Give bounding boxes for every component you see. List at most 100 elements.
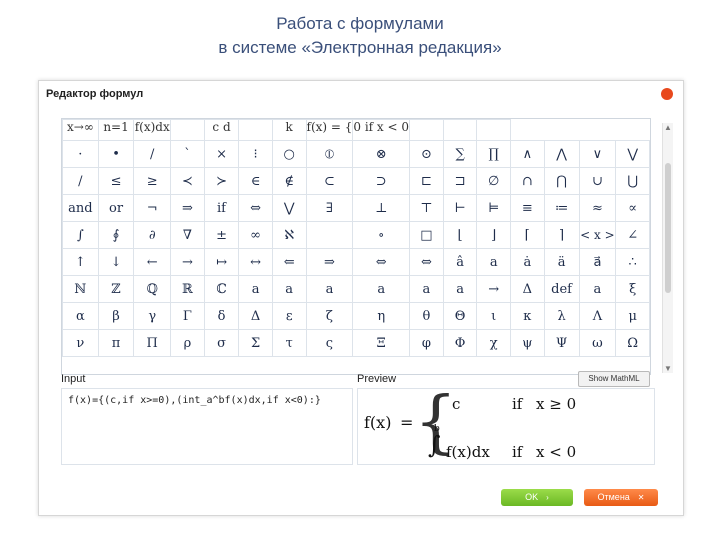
- palette-symbol-button[interactable]: ≔: [543, 194, 580, 222]
- palette-symbol-button[interactable]: ∪: [578, 167, 617, 195]
- palette-symbol-button[interactable]: ς: [305, 329, 354, 357]
- palette-symbol-button[interactable]: ⇒: [305, 248, 354, 276]
- palette-symbol-button[interactable]: [170, 119, 205, 141]
- palette-symbol-button[interactable]: ≻: [203, 167, 240, 195]
- palette-symbol-button[interactable]: ℂ: [203, 275, 240, 303]
- palette-symbol-button[interactable]: η: [352, 302, 411, 330]
- palette-symbol-button[interactable]: ∫: [62, 221, 99, 249]
- palette-symbol-button[interactable]: ⊤: [409, 194, 444, 222]
- palette-symbol-button[interactable]: ∘: [352, 221, 411, 249]
- palette-symbol-button[interactable]: ∝: [615, 194, 650, 222]
- palette-symbol-button[interactable]: ⊗: [352, 140, 411, 168]
- palette-symbol-button[interactable]: ∅: [476, 167, 512, 195]
- palette-symbol-button[interactable]: a: [352, 275, 411, 303]
- palette-symbol-button[interactable]: ℕ: [62, 275, 99, 303]
- palette-symbol-button[interactable]: π: [97, 329, 135, 357]
- close-icon[interactable]: [661, 88, 673, 100]
- palette-symbol-button[interactable]: ⋂: [543, 167, 580, 195]
- palette-symbol-button[interactable]: δ: [203, 302, 240, 330]
- palette-symbol-button[interactable]: 0 if x < 0: [352, 119, 411, 141]
- palette-symbol-button[interactable]: →: [476, 275, 512, 303]
- palette-symbol-button[interactable]: /: [133, 140, 172, 168]
- palette-symbol-button[interactable]: •: [97, 140, 135, 168]
- palette-symbol-button[interactable]: [305, 221, 354, 249]
- palette-symbol-button[interactable]: ∮: [97, 221, 135, 249]
- palette-symbol-button[interactable]: ⊂: [305, 167, 354, 195]
- palette-symbol-button[interactable]: f(x) = {: [305, 119, 354, 141]
- palette-symbol-button[interactable]: ℝ: [170, 275, 205, 303]
- palette-symbol-button[interactable]: λ: [543, 302, 580, 330]
- palette-symbol-button[interactable]: a: [238, 275, 273, 303]
- palette-symbol-button[interactable]: ι: [476, 302, 512, 330]
- palette-symbol-button[interactable]: ⇔: [352, 248, 411, 276]
- palette-symbol-button[interactable]: Γ: [170, 302, 205, 330]
- palette-symbol-button[interactable]: ⊙: [409, 140, 444, 168]
- palette-symbol-button[interactable]: Λ: [578, 302, 617, 330]
- palette-symbol-button[interactable]: κ: [510, 302, 545, 330]
- palette-symbol-button[interactable]: ∞: [238, 221, 273, 249]
- palette-symbol-button[interactable]: and: [62, 194, 99, 222]
- palette-symbol-button[interactable]: Δ: [238, 302, 273, 330]
- palette-symbol-button[interactable]: [476, 119, 512, 141]
- formula-input-text[interactable]: f(x)={(c,if x>=0),(int_a^bf(x)dx,if x<0)…: [68, 394, 346, 408]
- palette-symbol-button[interactable]: θ: [409, 302, 444, 330]
- palette-symbol-button[interactable]: ⁝: [238, 140, 273, 168]
- palette-symbol-button[interactable]: Ξ: [352, 329, 411, 357]
- palette-symbol-button[interactable]: a⃗: [578, 248, 617, 276]
- palette-symbol-button[interactable]: ↓: [97, 248, 135, 276]
- scroll-up-icon[interactable]: ▲: [664, 123, 672, 132]
- palette-symbol-button[interactable]: or: [97, 194, 135, 222]
- palette-symbol-button[interactable]: ⌋: [476, 221, 512, 249]
- palette-symbol-button[interactable]: ξ: [615, 275, 650, 303]
- palette-symbol-button[interactable]: φ: [409, 329, 444, 357]
- palette-symbol-button[interactable]: ≈: [578, 194, 617, 222]
- palette-symbol-button[interactable]: ⊨: [476, 194, 512, 222]
- palette-symbol-button[interactable]: ρ: [170, 329, 205, 357]
- palette-symbol-button[interactable]: →: [170, 248, 205, 276]
- palette-symbol-button[interactable]: ä: [543, 248, 580, 276]
- palette-symbol-button[interactable]: a: [442, 275, 478, 303]
- palette-symbol-button[interactable]: μ: [615, 302, 650, 330]
- palette-symbol-button[interactable]: k: [271, 119, 307, 141]
- palette-symbol-button[interactable]: a: [271, 275, 307, 303]
- show-mathml-button[interactable]: Show MathML: [578, 371, 650, 387]
- palette-symbol-button[interactable]: def: [543, 275, 580, 303]
- palette-symbol-button[interactable]: < x >: [578, 221, 617, 249]
- palette-symbol-button[interactable]: ⋀: [543, 140, 580, 168]
- palette-symbol-button[interactable]: ⊐: [442, 167, 478, 195]
- palette-symbol-button[interactable]: Θ: [442, 302, 478, 330]
- palette-symbol-button[interactable]: ∇: [170, 221, 205, 249]
- cancel-button[interactable]: Отмена ✕: [584, 489, 658, 506]
- palette-symbol-button[interactable]: ⌊: [442, 221, 478, 249]
- palette-symbol-button[interactable]: ∑: [442, 140, 478, 168]
- scrollbar-thumb[interactable]: [665, 163, 671, 293]
- palette-symbol-button[interactable]: a: [578, 275, 617, 303]
- palette-symbol-button[interactable]: γ: [133, 302, 172, 330]
- palette-symbol-button[interactable]: a: [305, 275, 354, 303]
- palette-symbol-button[interactable]: ⋁: [271, 194, 307, 222]
- palette-symbol-button[interactable]: ε: [271, 302, 307, 330]
- palette-symbol-button[interactable]: ·: [62, 140, 99, 168]
- ok-button[interactable]: OK ›: [501, 489, 573, 506]
- palette-symbol-button[interactable]: [442, 119, 478, 141]
- palette-symbol-button[interactable]: ∧: [510, 140, 545, 168]
- palette-symbol-button[interactable]: Ω: [615, 329, 650, 357]
- scroll-down-icon[interactable]: ▼: [664, 364, 672, 373]
- palette-symbol-button[interactable]: ℤ: [97, 275, 135, 303]
- palette-symbol-button[interactable]: f(x)dx: [133, 119, 172, 141]
- palette-symbol-button[interactable]: ⇐: [271, 248, 307, 276]
- palette-symbol-button[interactable]: ×: [203, 140, 240, 168]
- palette-symbol-button[interactable]: ψ: [510, 329, 545, 357]
- palette-symbol-button[interactable]: ∃: [305, 194, 354, 222]
- palette-symbol-button[interactable]: ↦: [203, 248, 240, 276]
- palette-symbol-button[interactable]: ˋ: [170, 140, 205, 168]
- palette-symbol-button[interactable]: χ: [476, 329, 512, 357]
- palette-symbol-button[interactable]: ∏: [476, 140, 512, 168]
- palette-symbol-button[interactable]: β: [97, 302, 135, 330]
- palette-symbol-button[interactable]: [238, 119, 273, 141]
- palette-symbol-button[interactable]: □: [409, 221, 444, 249]
- palette-symbol-button[interactable]: ω: [578, 329, 617, 357]
- palette-symbol-button[interactable]: ¬: [133, 194, 172, 222]
- palette-symbol-button[interactable]: ∴: [615, 248, 650, 276]
- palette-symbol-button[interactable]: ≡: [510, 194, 545, 222]
